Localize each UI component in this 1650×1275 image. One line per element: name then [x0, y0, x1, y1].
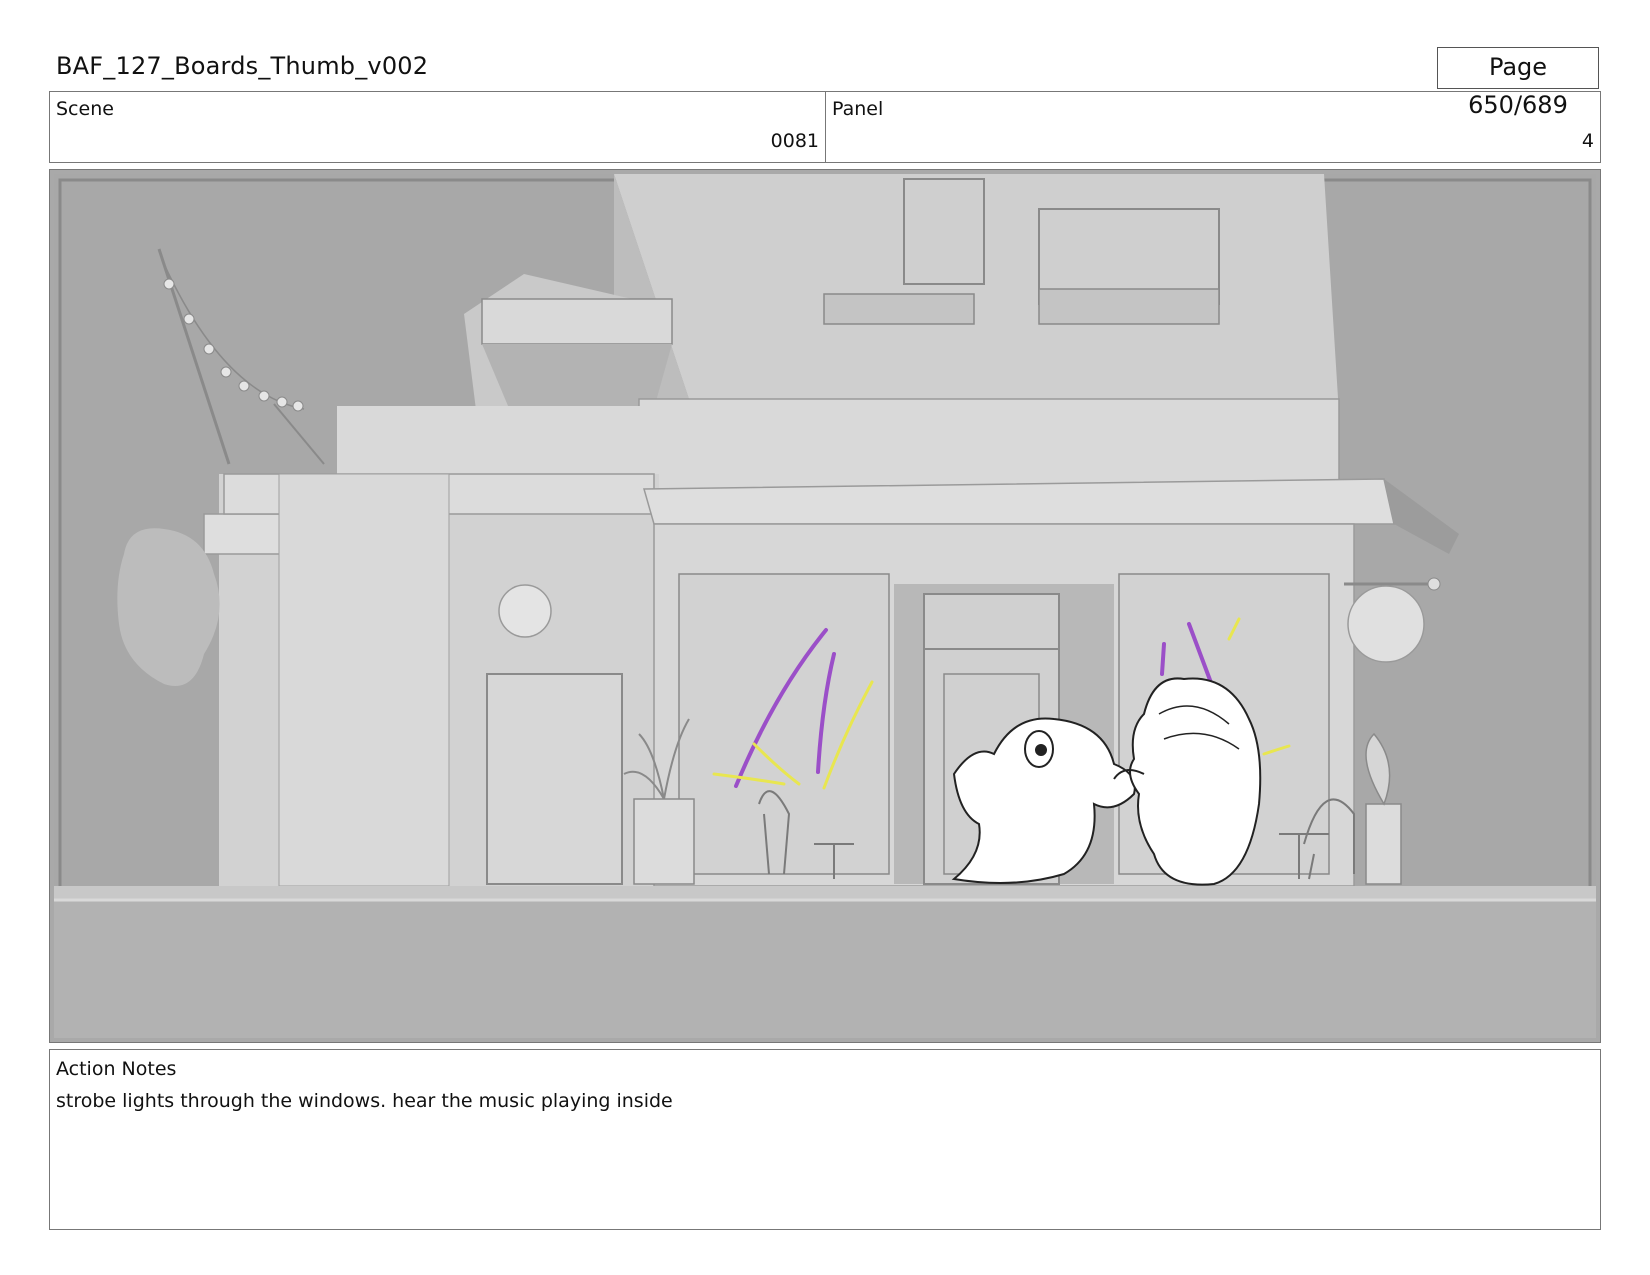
- action-notes-text: strobe lights through the windows. hear …: [56, 1090, 673, 1112]
- scene-panel-row: Scene 0081 Panel 4: [49, 91, 1601, 163]
- panel-label: Panel: [832, 98, 884, 120]
- page-number: Page 650/689: [1437, 47, 1599, 119]
- storyboard-image: [54, 174, 1596, 1038]
- scene-value: 0081: [770, 130, 819, 152]
- panel-value: 4: [1581, 130, 1594, 152]
- storyboard-frame: [49, 169, 1601, 1043]
- scene-label: Scene: [56, 98, 114, 120]
- document-title: BAF_127_Boards_Thumb_v002: [56, 52, 429, 80]
- action-notes-box: Action Notes strobe lights through the w…: [49, 1049, 1601, 1230]
- scene-cell: Scene 0081: [50, 92, 826, 162]
- action-notes-label: Action Notes: [56, 1058, 177, 1080]
- panel-cell: Panel 4: [826, 92, 1600, 162]
